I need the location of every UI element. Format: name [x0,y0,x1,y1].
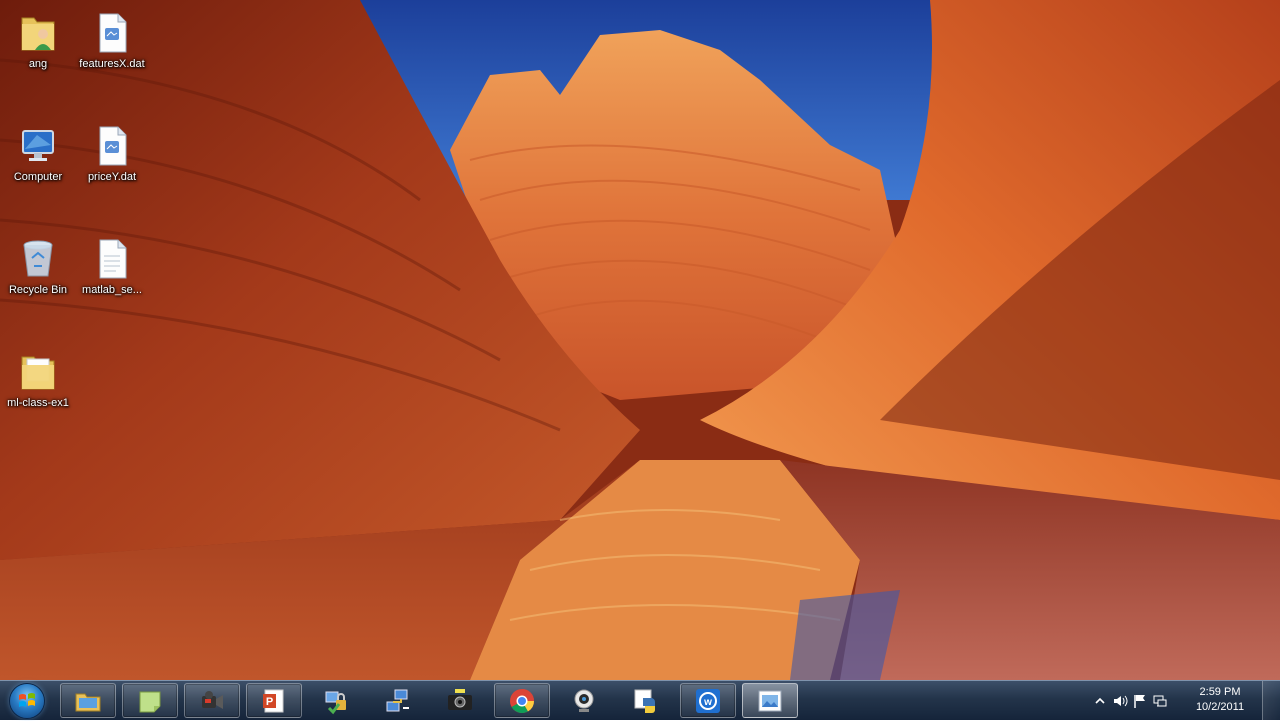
taskbar-item-image-viewer[interactable] [742,683,798,718]
taskbar-item-network-lock[interactable] [308,683,364,718]
python-icon [634,689,655,713]
desktop-icon-ang[interactable]: ang [0,2,76,102]
desktop-icon-recycle-bin[interactable]: Recycle Bin [0,228,76,328]
file-explorer-icon [75,693,101,711]
taskbar: P w 2:59 PM 10/2/2011 [0,680,1280,721]
svg-text:P: P [266,696,273,708]
network-icon [1153,695,1167,707]
powerpoint-icon: P [263,689,284,712]
desktop-icon-computer[interactable]: Computer [0,115,76,215]
webcam-icon [574,689,594,712]
image-viewer-icon [758,690,782,711]
folder-icon [21,356,55,390]
camera-icon [448,688,472,710]
desktop-icon-label: matlab_se... [82,284,142,296]
desktop-icon-featuresx-dat[interactable]: featuresX.dat [74,2,150,102]
computer-icon [22,130,54,161]
desktop-icon-label: featuresX.dat [79,58,145,70]
taskbar-item-python[interactable] [618,683,674,718]
start-button[interactable] [4,682,50,720]
document-icon [99,239,127,279]
clock-date: 10/2/2011 [1195,701,1245,713]
taskbar-item-camera[interactable] [432,683,488,718]
taskbar-item-video-camera[interactable] [184,683,240,718]
taskbar-item-file-explorer[interactable] [60,683,116,718]
show-hidden-icons-button[interactable] [1090,691,1110,711]
action-center-button[interactable] [1130,691,1150,711]
clock-time: 2:59 PM [1199,686,1241,698]
video-camera-icon [202,690,223,709]
desktop-icon-pricey-dat[interactable]: priceY.dat [74,115,150,215]
show-desktop-button[interactable] [1262,681,1280,721]
taskbar-item-network-connection[interactable] [370,683,426,718]
desktop-icon-label: ang [28,58,48,70]
windows-logo-icon [19,693,35,707]
desktop-icon-label: priceY.dat [87,171,137,183]
taskbar-clock[interactable]: 2:59 PM 10/2/2011 [1180,685,1260,715]
recycle-bin-icon [23,240,53,277]
network-status-button[interactable] [1150,691,1170,711]
svg-text:w: w [703,697,712,708]
desktop-wallpaper [0,0,1280,680]
desktop-icon-label: Computer [13,171,63,183]
notification-area [1090,681,1170,721]
blue-w-app-icon: w [696,688,720,713]
chrome-icon [510,688,534,713]
taskbar-item-webcam[interactable] [556,683,612,718]
network-lock-icon [325,691,346,714]
sticky-notes-icon [139,691,161,712]
taskbar-item-powerpoint[interactable]: P [246,683,302,718]
taskbar-item-chrome[interactable] [494,683,550,718]
volume-button[interactable] [1110,691,1130,711]
file-icon [99,126,127,166]
desktop-icon-label: ml-class-ex1 [7,397,69,409]
network-connection-icon [386,689,409,711]
show-hidden-icons-chevron-icon [1095,697,1105,704]
desktop-icon-matlab-se[interactable]: matlab_se... [74,228,150,328]
volume-icon [1114,695,1128,707]
taskbar-item-sticky-notes[interactable] [122,683,178,718]
desktop-icon-label: Recycle Bin [8,284,68,296]
user-folder-icon [21,17,55,51]
action-center-flag-icon [1134,695,1145,708]
taskbar-item-blue-w-app[interactable]: w [680,683,736,718]
file-icon [99,13,127,53]
desktop-icon-ml-class-ex1[interactable]: ml-class-ex1 [0,341,76,441]
